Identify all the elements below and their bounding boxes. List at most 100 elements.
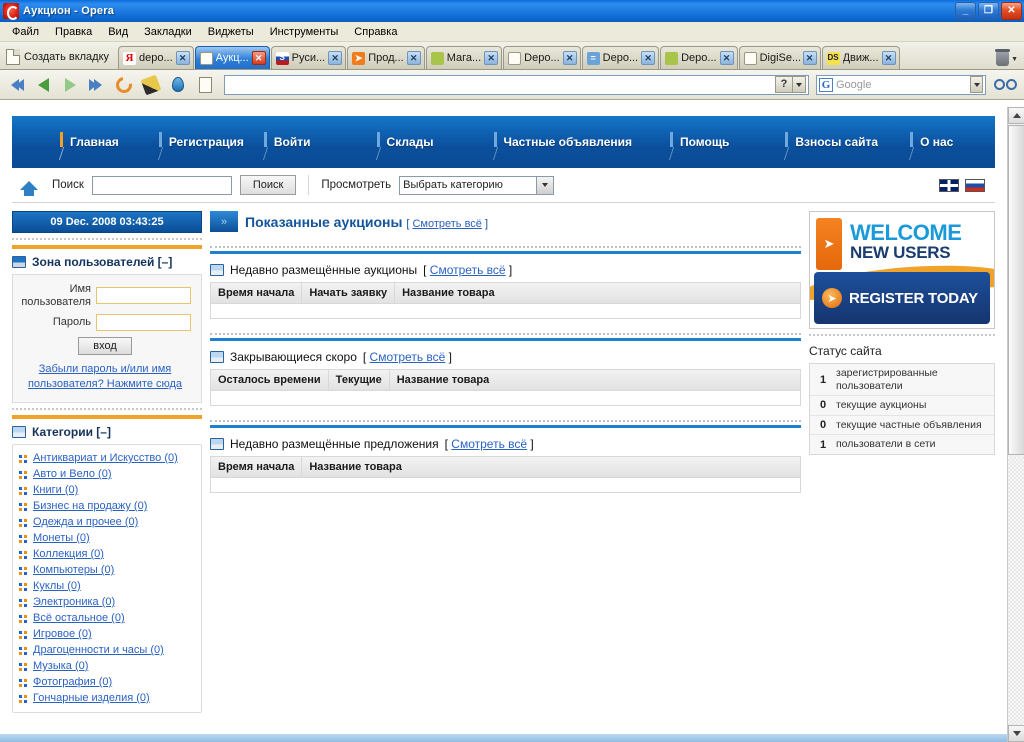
category-link[interactable]: Драгоценности и часы (0) [33,644,164,656]
list-item[interactable]: Коллекция (0) [19,546,195,562]
password-input[interactable] [96,314,191,331]
register-banner[interactable]: ➤ WELCOME NEW USERS ➤ REGISTER TODAY [809,211,995,329]
category-link[interactable]: Куклы (0) [33,580,81,592]
tab-close-icon[interactable]: ✕ [407,51,421,65]
category-link[interactable]: Антиквариат и Искусство (0) [33,452,178,464]
site-nav-home[interactable]: Главная [60,135,133,149]
drop-button[interactable] [166,73,190,97]
scrollbar-thumb[interactable] [1008,125,1024,455]
username-input[interactable] [96,287,191,304]
category-link[interactable]: Одежда и прочее (0) [33,516,138,528]
category-link[interactable]: Коллекция (0) [33,548,104,560]
list-item[interactable]: Музыка (0) [19,658,195,674]
tab-close-icon[interactable]: ✕ [882,51,896,65]
browser-tab[interactable]: = Depo... ✕ [582,46,659,69]
minimize-button[interactable]: _ [955,2,976,20]
maximize-button[interactable]: ❐ [978,2,999,20]
address-dropdown-button[interactable] [793,76,806,93]
page-button[interactable] [193,73,217,97]
flag-ru-icon[interactable] [965,179,985,192]
browser-tab[interactable]: S Руси... ✕ [271,46,347,69]
menu-view[interactable]: Вид [100,24,136,40]
category-link[interactable]: Бизнес на продажу (0) [33,500,147,512]
list-item[interactable]: Монеты (0) [19,530,195,546]
category-link[interactable]: Музыка (0) [33,660,88,672]
rewind-button[interactable] [4,73,28,97]
category-link[interactable]: Фотография (0) [33,676,112,688]
view-all-link[interactable]: Смотреть всё [430,263,506,277]
view-all-link[interactable]: Смотреть всё [412,218,481,230]
pen-button[interactable] [139,73,163,97]
search-engine-dropdown[interactable] [970,76,983,93]
list-item[interactable]: Электроника (0) [19,594,195,610]
tab-close-icon[interactable]: ✕ [641,51,655,65]
site-nav-about[interactable]: О нас [910,135,967,149]
list-item[interactable]: Бизнес на продажу (0) [19,498,195,514]
category-link[interactable]: Компьютеры (0) [33,564,114,576]
list-item[interactable]: Компьютеры (0) [19,562,195,578]
view-all-link[interactable]: Смотреть всё [451,437,527,451]
login-button[interactable]: вход [78,337,132,355]
menu-bookmarks[interactable]: Закладки [136,24,200,40]
category-link[interactable]: Гончарные изделия (0) [33,692,150,704]
category-select[interactable]: Выбрать категорию [399,176,554,195]
list-item[interactable]: Игровое (0) [19,626,195,642]
browser-tab[interactable]: Я depo... ✕ [118,46,194,69]
site-nav-fees[interactable]: Взносы сайта [785,135,892,149]
category-link[interactable]: Игровое (0) [33,628,92,640]
close-button[interactable]: ✕ [1001,2,1022,20]
forward-button[interactable] [58,73,82,97]
search-input[interactable] [92,176,232,195]
reload-button[interactable] [112,73,136,97]
category-link[interactable]: Авто и Вело (0) [33,468,111,480]
scrollbar-track[interactable] [1008,457,1024,725]
browser-tab[interactable]: ➤ Прод... ✕ [347,46,425,69]
tab-close-icon[interactable]: ✕ [803,51,817,65]
browser-tab[interactable]: DS Движ... ✕ [822,46,900,69]
list-item[interactable]: Куклы (0) [19,578,195,594]
trash-button[interactable]: ▼ [992,52,1022,69]
search-button[interactable]: Поиск [240,175,296,195]
category-link[interactable]: Монеты (0) [33,532,90,544]
site-nav-classifieds[interactable]: Частные объявления [494,135,646,149]
browser-tab[interactable]: Depo... ✕ [503,46,580,69]
menu-file[interactable]: Файл [4,24,47,40]
address-bar[interactable]: ? [224,75,809,95]
category-link[interactable]: Всё остальное (0) [33,612,125,624]
site-nav-warehouses[interactable]: Склады [377,135,448,149]
menu-widgets[interactable]: Виджеты [200,24,262,40]
menu-edit[interactable]: Правка [47,24,100,40]
list-item[interactable]: Антиквариат и Искусство (0) [19,450,195,466]
tab-close-icon[interactable]: ✕ [720,51,734,65]
browser-tab[interactable]: Depo... ✕ [660,46,737,69]
search-engine-box[interactable]: G Google [816,75,986,95]
list-item[interactable]: Авто и Вело (0) [19,466,195,482]
site-nav-help[interactable]: Помощь [670,135,743,149]
category-link[interactable]: Электроника (0) [33,596,115,608]
category-link[interactable]: Книги (0) [33,484,78,496]
tab-close-icon[interactable]: ✕ [563,51,577,65]
page-scrollbar[interactable] [1007,107,1024,742]
browser-tab[interactable]: DigiSe... ✕ [739,46,821,69]
home-icon[interactable] [20,181,38,190]
address-help-button[interactable]: ? [775,76,793,93]
tab-close-icon[interactable]: ✕ [176,51,190,65]
forgot-password-link[interactable]: Забыли пароль и/или имя пользователя? На… [19,362,191,392]
site-nav-login[interactable]: Войти [264,135,325,149]
fast-forward-button[interactable] [85,73,109,97]
scroll-down-button[interactable] [1008,725,1024,742]
tab-close-icon[interactable]: ✕ [252,51,266,65]
view-all-link[interactable]: Смотреть всё [370,350,446,364]
new-tab-button[interactable]: Создать вкладку [2,45,117,69]
browser-tab-active[interactable]: Аукц... ✕ [195,46,270,69]
site-nav-registration[interactable]: Регистрация [159,135,258,149]
browser-tab[interactable]: Мага... ✕ [426,46,502,69]
tab-close-icon[interactable]: ✕ [328,51,342,65]
flag-uk-icon[interactable] [939,179,959,192]
back-button[interactable] [31,73,55,97]
list-item[interactable]: Драгоценности и часы (0) [19,642,195,658]
menu-help[interactable]: Справка [346,24,405,40]
list-item[interactable]: Всё остальное (0) [19,610,195,626]
tab-close-icon[interactable]: ✕ [484,51,498,65]
menu-tools[interactable]: Инструменты [262,24,347,40]
